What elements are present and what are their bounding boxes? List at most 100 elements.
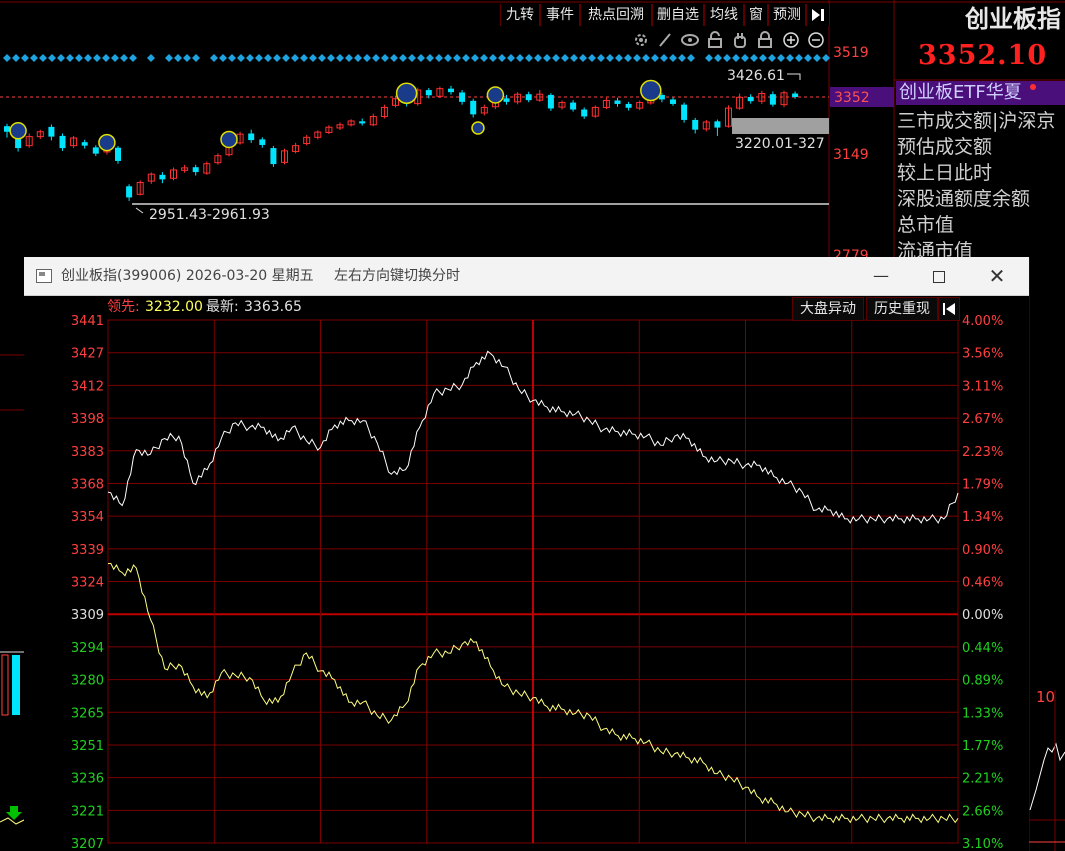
signal-diamond-mark <box>354 54 362 62</box>
signal-diamond-mark <box>615 54 623 62</box>
candle-body-down <box>503 98 510 102</box>
close-icon[interactable]: ✕ <box>974 257 1020 295</box>
left-edge-line <box>0 817 25 825</box>
toolbar-window-button[interactable]: 窗 <box>744 4 768 26</box>
lead-value: 3232.00 <box>145 299 203 315</box>
signal-circle-mark <box>220 130 238 149</box>
right-tick-label: 2.66% <box>962 804 1003 819</box>
signal-circle-mark <box>486 86 505 104</box>
price-axis-label: 3519 <box>833 45 869 61</box>
candle-body-down <box>692 119 699 130</box>
signal-diamond-mark <box>732 54 740 62</box>
left-tick-label: 3324 <box>71 576 104 591</box>
right-tick-label: 2.67% <box>962 412 1003 427</box>
right-tick-label: 2.21% <box>962 772 1003 787</box>
lock-open-icon[interactable] <box>706 31 724 53</box>
signal-diamond-mark <box>480 54 488 62</box>
signal-diamond-mark <box>381 54 389 62</box>
right-tick-label: 3.10% <box>962 837 1003 851</box>
signal-circle-mark <box>471 121 485 135</box>
signal-diamond-mark <box>678 54 686 62</box>
left-tick-label: 3294 <box>71 641 104 656</box>
signal-diamond-mark <box>219 54 227 62</box>
info-line-estimate: 预估成交额 <box>897 136 993 158</box>
signal-diamond-mark <box>165 54 173 62</box>
info-line-vs-yesterday: 较上日此时 <box>897 162 993 184</box>
timeshare-chart[interactable]: 3441 4.00% 3427 3.56% 3412 3.11% 3398 2.67% 3383… <box>24 295 1029 851</box>
signal-diamond-mark <box>93 54 101 62</box>
hand-icon[interactable] <box>731 31 749 53</box>
toolbar-delete-watchlist-button[interactable]: 删自选 <box>652 4 704 26</box>
signal-diamond-mark <box>723 54 731 62</box>
right-tick-label: 3.56% <box>962 347 1003 362</box>
etf-link[interactable]: 创业板ETF华夏 <box>896 81 1065 105</box>
settings-icon[interactable] <box>632 31 650 53</box>
signal-diamond-mark <box>75 54 83 62</box>
maximize-icon[interactable] <box>916 257 962 295</box>
signal-diamond-mark <box>39 54 47 62</box>
toolbar-event-button[interactable]: 事件 <box>540 4 580 26</box>
collapse-right-icon[interactable] <box>806 4 830 26</box>
signal-diamond-mark <box>507 54 515 62</box>
signal-diamond-mark <box>210 54 218 62</box>
latest-label: 最新: <box>206 299 239 315</box>
info-line-turnover: 三市成交额|沪深京 <box>897 110 1056 132</box>
signal-diamond-mark <box>129 54 137 62</box>
minimize-icon[interactable]: — <box>858 257 904 295</box>
info-line-northbound-quota: 深股通额度余额 <box>897 188 1031 210</box>
signal-diamond-mark <box>291 54 299 62</box>
signal-diamond-mark <box>498 54 506 62</box>
popup-titlebar[interactable]: 创业板指(399006) 2026-03-20 星期五 左右方向键切换分时 — … <box>24 257 1029 296</box>
candle-body-down <box>714 121 721 128</box>
lock-icon[interactable] <box>756 31 774 53</box>
signal-diamond-mark <box>21 54 29 62</box>
toolbar-hotspot-review-button[interactable]: 热点回溯 <box>580 4 652 26</box>
signal-diamond-mark <box>174 54 182 62</box>
right-tick-label: 1.33% <box>962 706 1003 721</box>
left-tick-label: 3354 <box>71 510 104 525</box>
low-label-leader <box>135 207 144 214</box>
left-tick-label: 3280 <box>71 674 104 689</box>
left-tick-label: 3221 <box>71 804 104 819</box>
signal-diamond-mark <box>300 54 308 62</box>
candle-body-down <box>448 88 454 93</box>
market-anomaly-button[interactable]: 大盘异动 <box>792 297 864 321</box>
toolbar-jiuzhuan-button[interactable]: 九转 <box>500 4 540 26</box>
arrow-back-icon[interactable] <box>938 297 960 321</box>
signal-diamond-mark <box>741 54 749 62</box>
signal-diamond-mark <box>597 54 605 62</box>
signal-diamond-mark <box>57 54 65 62</box>
left-tick-label: 3441 <box>71 314 104 329</box>
signal-diamond-mark <box>273 54 281 62</box>
candle-body-down <box>570 102 577 110</box>
toolbar-forecast-button[interactable]: 预测 <box>768 4 806 26</box>
brush-icon[interactable] <box>656 31 674 53</box>
signal-diamond-mark <box>228 54 236 62</box>
signal-diamond-mark <box>336 54 344 62</box>
signal-diamond-mark <box>246 54 254 62</box>
signal-diamond-mark <box>435 54 443 62</box>
signal-diamond-mark <box>579 54 587 62</box>
eye-icon[interactable] <box>680 31 700 53</box>
left-volume-bar <box>1 654 9 716</box>
candle-body-down <box>259 139 266 145</box>
history-replay-button[interactable]: 历史重现 <box>866 297 938 321</box>
signal-diamond-mark <box>264 54 272 62</box>
signal-diamond-mark <box>525 54 533 62</box>
signal-diamond-mark <box>12 54 20 62</box>
zoom-out-icon[interactable] <box>807 31 825 53</box>
signal-circle-mark <box>640 79 662 102</box>
candle-body-down <box>192 167 199 173</box>
signal-diamond-mark <box>669 54 677 62</box>
left-tick-label: 3236 <box>71 772 104 787</box>
signal-diamond-mark <box>363 54 371 62</box>
signal-diamond-mark <box>561 54 569 62</box>
zoom-in-icon[interactable] <box>782 31 800 53</box>
signal-diamond-mark <box>327 54 335 62</box>
toolbar-ma-button[interactable]: 均线 <box>704 4 744 26</box>
lead-label: 领先: <box>107 299 140 315</box>
left-volume-bar <box>12 655 20 715</box>
candle-body-down <box>126 186 133 198</box>
etf-name: 创业板ETF华夏 <box>899 82 1022 103</box>
index-name: 创业板指 <box>965 4 1061 33</box>
